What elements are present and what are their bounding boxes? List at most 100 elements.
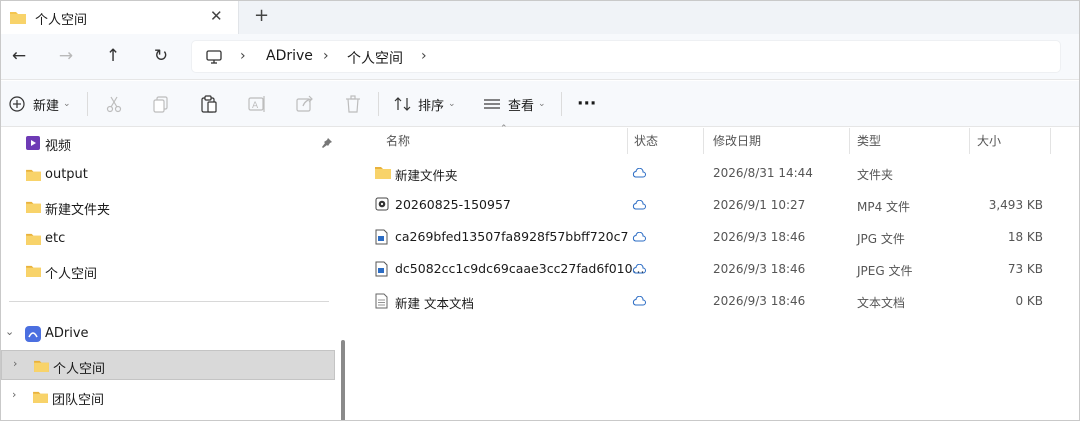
video-icon	[26, 136, 40, 150]
column-header-size[interactable]: 大小	[977, 132, 1001, 149]
file-name: 新建文件夹	[395, 168, 458, 183]
file-size: 0 KB	[1015, 294, 1043, 308]
file-row[interactable]: 20260825-150957 2026/9/1 10:27 MP4 文件 3,…	[353, 189, 1079, 221]
column-header-status[interactable]: 状态	[634, 132, 658, 149]
more-options-button[interactable]: ···	[577, 93, 596, 115]
folder-icon	[33, 391, 48, 403]
up-button[interactable]: ↑	[101, 44, 125, 68]
column-header-name[interactable]: 名称	[386, 132, 410, 149]
forward-button[interactable]: →	[54, 44, 78, 68]
file-row[interactable]: ca269bfed13507fa8928f57bbff720c7 2026/9/…	[353, 221, 1079, 253]
file-name: 新建 文本文档	[395, 296, 474, 311]
column-header-type[interactable]: 类型	[857, 132, 881, 149]
file-name: ca269bfed13507fa8928f57bbff720c7	[395, 229, 629, 244]
file-size: 73 KB	[1007, 262, 1043, 276]
chevron-down-icon: ⌄	[538, 99, 546, 109]
rename-icon[interactable]: A	[247, 94, 267, 114]
new-tab-button[interactable]: +	[254, 5, 269, 26]
folder-icon	[34, 360, 49, 372]
folder-icon	[26, 201, 41, 213]
file-name: 20260825-150957	[395, 197, 511, 212]
sidebar-item-label: 新建文件夹	[45, 203, 111, 218]
chevron-down-icon[interactable]: ⌄	[5, 325, 14, 338]
file-list: ⌃ 名称 状态 修改日期 类型 大小 新建文件夹 2026/8/31 14:44…	[353, 124, 1079, 420]
file-date: 2026/8/31 14:44	[713, 166, 813, 180]
folder-icon	[10, 12, 26, 24]
column-divider[interactable]	[627, 128, 628, 154]
folder-icon	[375, 167, 391, 179]
delete-icon[interactable]	[343, 94, 363, 114]
new-button[interactable]: 新建 ⌄	[9, 93, 71, 115]
refresh-button[interactable]: ↻	[149, 44, 173, 68]
file-row[interactable]: dc5082cc1c9dc69caae3cc27fad6f010... 2026…	[353, 253, 1079, 285]
sidebar-item-adrive[interactable]: ⌄ ADrive	[1, 319, 341, 349]
scrollbar-thumb[interactable]	[341, 340, 345, 420]
sort-icon	[394, 97, 411, 111]
breadcrumb-adrive[interactable]: ADrive	[266, 48, 313, 64]
copy-icon[interactable]	[151, 94, 171, 114]
sidebar-item-new-folder[interactable]: 新建文件夹	[1, 192, 341, 222]
cloud-icon	[632, 264, 646, 274]
chevron-right-icon[interactable]: ›	[13, 357, 17, 370]
sort-button[interactable]: 排序 ⌄	[394, 93, 456, 115]
back-button[interactable]: ←	[7, 44, 31, 68]
chevron-down-icon: ⌄	[448, 99, 456, 109]
image-file-icon	[375, 261, 388, 277]
file-explorer-window: 个人空间 ✕ + ← → ↑ ↻ › ADrive › 个人空间 › 新建 ⌄ …	[0, 0, 1080, 421]
file-size: 3,493 KB	[988, 198, 1043, 212]
new-label: 新建	[33, 98, 60, 114]
divider	[561, 92, 562, 116]
share-icon[interactable]	[295, 94, 315, 114]
sidebar-item-personal-space[interactable]: 个人空间	[1, 256, 341, 286]
file-type: JPEG 文件	[857, 264, 913, 278]
cloud-icon	[632, 232, 646, 242]
sidebar-item-videos[interactable]: 视频	[1, 128, 341, 158]
breadcrumb-separator[interactable]: ›	[323, 48, 329, 64]
file-type: 文件夹	[857, 168, 894, 182]
sidebar-item-label: 个人空间	[45, 267, 98, 282]
sidebar-item-label: 个人空间	[53, 362, 106, 377]
file-type: JPG 文件	[857, 232, 905, 246]
divider	[9, 301, 329, 302]
video-file-icon	[375, 197, 389, 211]
sidebar-item-label: 视频	[45, 139, 72, 154]
view-list-icon	[484, 99, 500, 109]
sidebar-item-etc[interactable]: etc	[1, 224, 341, 254]
tab-bar: 个人空间 ✕ +	[1, 1, 1079, 34]
pin-icon[interactable]	[321, 137, 333, 149]
sidebar-item-label: output	[45, 167, 88, 182]
close-icon[interactable]: ✕	[210, 7, 223, 25]
cut-icon[interactable]	[104, 94, 124, 114]
chevron-right-icon[interactable]: ›	[12, 388, 16, 401]
column-divider[interactable]	[969, 128, 970, 154]
divider	[378, 92, 379, 116]
tab-personal-space[interactable]: 个人空间 ✕	[1, 1, 239, 34]
file-row[interactable]: 新建 文本文档 2026/9/3 18:46 文本文档 0 KB	[353, 285, 1079, 317]
column-divider[interactable]	[1050, 128, 1051, 154]
computer-icon	[206, 50, 222, 64]
sidebar-item-output[interactable]: output	[1, 160, 341, 190]
chevron-down-icon: ⌄	[63, 99, 71, 109]
view-button[interactable]: 查看 ⌄	[483, 93, 546, 115]
svg-text:A: A	[252, 101, 259, 111]
column-header-date[interactable]: 修改日期	[713, 132, 761, 149]
navigation-pane: 视频 output 新建文件夹 etc 个人空间 ⌄ ADrive › 个人空间…	[1, 128, 351, 420]
cloud-icon	[632, 296, 646, 306]
folder-icon	[26, 233, 41, 245]
file-size: 18 KB	[1007, 230, 1043, 244]
breadcrumb-personal-space[interactable]: 个人空间	[347, 48, 403, 68]
address-bar[interactable]: › ADrive › 个人空间 ›	[191, 40, 1061, 73]
column-divider[interactable]	[849, 128, 850, 154]
breadcrumb-separator[interactable]: ›	[240, 48, 246, 64]
file-date: 2026/9/1 10:27	[713, 198, 806, 212]
column-divider[interactable]	[703, 128, 704, 154]
sidebar-item-adrive-personal-space[interactable]: › 个人空间	[1, 350, 335, 380]
plus-circle-icon	[9, 96, 25, 112]
paste-icon[interactable]	[199, 94, 219, 114]
breadcrumb-separator[interactable]: ›	[421, 48, 427, 64]
file-date: 2026/9/3 18:46	[713, 294, 806, 308]
view-label: 查看	[508, 98, 535, 114]
file-row[interactable]: 新建文件夹 2026/8/31 14:44 文件夹	[353, 157, 1079, 189]
sidebar-item-team-space[interactable]: › 团队空间	[1, 382, 341, 412]
folder-icon	[26, 265, 41, 277]
